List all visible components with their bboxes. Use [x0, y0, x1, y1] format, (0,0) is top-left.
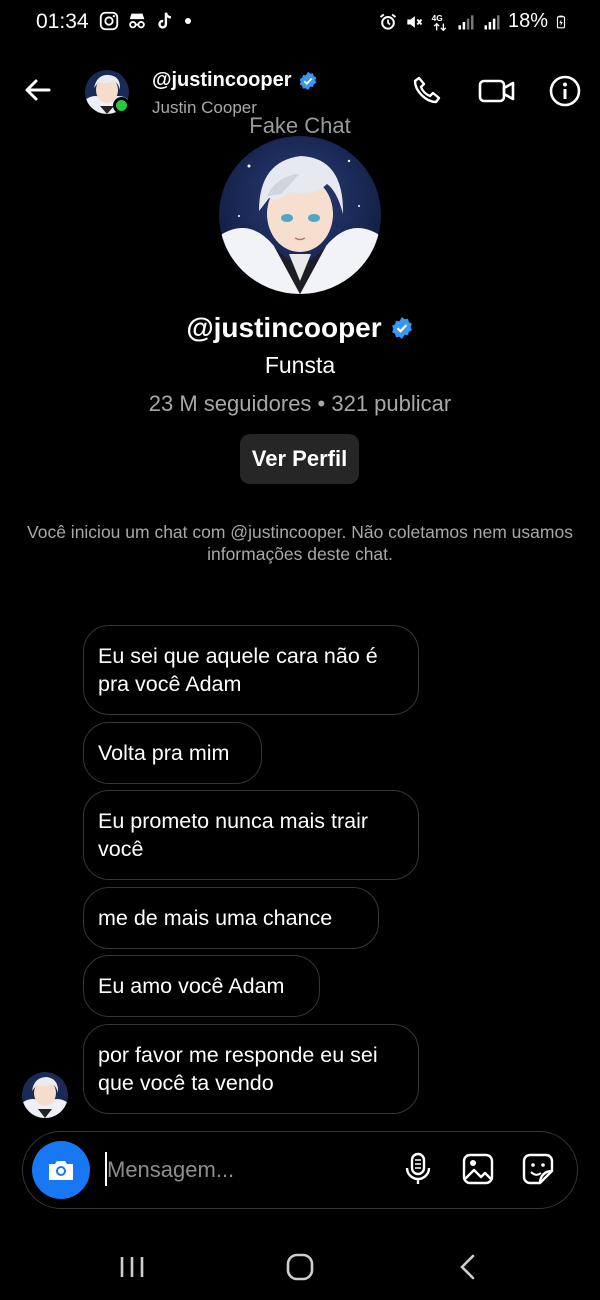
home-button[interactable] — [283, 1252, 317, 1282]
tiktok-icon — [158, 12, 172, 29]
message-bubble[interactable]: me de mais uma chance — [83, 887, 379, 949]
online-status-dot — [113, 97, 130, 114]
incognito-icon — [129, 13, 145, 29]
status-right-icons: 4G 18% — [378, 10, 568, 33]
message-text: Eu amo você Adam — [98, 974, 285, 998]
battery-icon — [556, 15, 566, 28]
home-icon — [286, 1253, 314, 1281]
message-composer — [22, 1131, 578, 1209]
message-bubble[interactable]: Eu sei que aquele cara não é pra você Ad… — [83, 625, 419, 715]
recent-apps-button[interactable] — [115, 1252, 149, 1282]
svg-text:4G: 4G — [432, 13, 443, 23]
profile-stats: 23 M seguidores • 321 publicar — [148, 391, 452, 416]
system-back-button[interactable] — [452, 1252, 486, 1282]
mute-icon — [407, 15, 423, 28]
system-navigation-bar — [0, 1240, 600, 1294]
instagram-icon — [99, 11, 119, 31]
alarm-icon — [379, 13, 397, 30]
video-camera-icon — [478, 79, 515, 103]
recent-apps-icon — [120, 1257, 144, 1277]
avatar-image — [219, 136, 381, 294]
back-button[interactable] — [22, 74, 54, 106]
sticker-icon — [522, 1153, 554, 1185]
message-text: por favor me responde eu sei que você ta… — [98, 1043, 378, 1095]
voice-call-button[interactable] — [410, 74, 444, 108]
camera-icon — [49, 1161, 73, 1180]
verified-badge-icon — [299, 71, 316, 90]
camera-button[interactable] — [32, 1141, 90, 1199]
status-bar: 01:34 4G 18% — [0, 0, 600, 46]
status-left-icons — [98, 10, 194, 32]
info-icon — [549, 75, 581, 107]
message-bubble[interactable]: Volta pra mim — [83, 722, 262, 784]
header-username[interactable]: @justincooper — [152, 69, 318, 92]
verified-badge-icon — [391, 317, 412, 339]
message-bubble[interactable]: Eu amo você Adam — [83, 955, 320, 1017]
video-call-button[interactable] — [478, 74, 516, 108]
image-icon — [462, 1153, 494, 1185]
message-input[interactable] — [107, 1150, 387, 1190]
view-profile-button[interactable]: Ver Perfil — [240, 434, 359, 484]
sticker-button[interactable] — [520, 1151, 556, 1187]
header-username-text: @justincooper — [152, 69, 292, 91]
info-button[interactable] — [548, 74, 582, 108]
phone-icon — [413, 76, 441, 104]
message-text: Eu prometo nunca mais trair você — [98, 809, 369, 861]
status-time: 01:34 — [36, 10, 89, 33]
message-text: Eu sei que aquele cara não é pra você Ad… — [98, 644, 378, 696]
message-text: Volta pra mim — [98, 741, 230, 765]
microphone-icon — [405, 1152, 431, 1184]
message-bubble[interactable]: Eu prometo nunca mais trair você — [83, 790, 419, 880]
battery-percent: 18% — [507, 10, 548, 32]
chat-notice: Você iniciou um chat com @justincooper. … — [27, 522, 573, 564]
network-4g-icon: 4G — [432, 13, 447, 31]
chevron-left-icon — [460, 1254, 475, 1280]
signal-icon — [458, 14, 474, 29]
sender-avatar[interactable] — [22, 1072, 68, 1118]
profile-username: @justincooper — [0, 312, 600, 344]
avatar-image — [22, 1072, 68, 1118]
gallery-button[interactable] — [460, 1151, 496, 1187]
dot-icon — [185, 18, 191, 24]
message-text: me de mais uma chance — [98, 906, 333, 930]
profile-avatar[interactable] — [219, 136, 381, 294]
signal-icon — [484, 14, 500, 29]
voice-message-button[interactable] — [400, 1151, 436, 1187]
profile-username-text: @justincooper — [186, 312, 382, 343]
message-bubble[interactable]: por favor me responde eu sei que você ta… — [83, 1024, 419, 1114]
arrow-left-icon — [25, 79, 51, 101]
profile-bio: Funsta — [264, 352, 336, 378]
